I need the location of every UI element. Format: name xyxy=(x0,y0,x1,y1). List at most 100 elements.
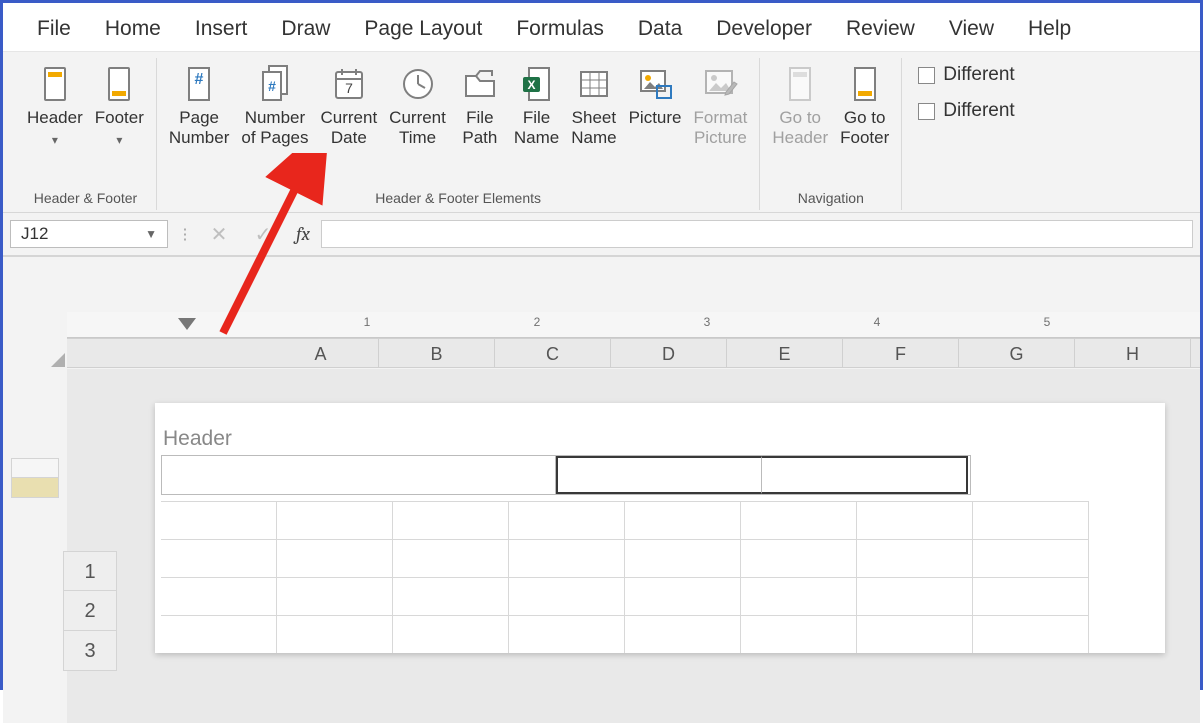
option-different-2[interactable]: Different xyxy=(918,100,1014,122)
row-header[interactable]: 1 xyxy=(63,551,117,591)
menu-view[interactable]: View xyxy=(949,17,994,41)
header-button[interactable]: Header ▾ xyxy=(21,58,89,154)
current-date-label: Current Date xyxy=(320,108,377,148)
footer-button[interactable]: Footer ▾ xyxy=(89,58,150,154)
insert-function-button[interactable]: fx xyxy=(285,213,321,255)
menu-file[interactable]: File xyxy=(37,17,71,41)
sheet-name-label: Sheet Name xyxy=(571,108,616,148)
sheet-name-button[interactable]: Sheet Name xyxy=(565,58,622,152)
chevron-down-icon: ▾ xyxy=(52,130,58,150)
opt1-label: Different xyxy=(943,64,1014,86)
svg-text:7: 7 xyxy=(345,80,353,96)
column-header[interactable]: G xyxy=(959,339,1075,367)
format-picture-button: Format Picture xyxy=(688,58,754,152)
checkbox-icon xyxy=(918,103,935,120)
menu-home[interactable]: Home xyxy=(105,17,161,41)
svg-text:X: X xyxy=(527,78,535,92)
group-label-navigation: Navigation xyxy=(798,190,864,210)
menu-help[interactable]: Help xyxy=(1028,17,1071,41)
header-center-section[interactable] xyxy=(556,456,762,494)
row-headers: 1 2 3 xyxy=(63,551,117,671)
menu-draw[interactable]: Draw xyxy=(281,17,330,41)
number-of-pages-label: Number of Pages xyxy=(241,108,308,148)
cancel-formula-icon: ✕ xyxy=(197,213,241,255)
column-header[interactable]: B xyxy=(379,339,495,367)
ribbon: Header ▾ Footer ▾ Header & Footer # Page… xyxy=(3,51,1200,213)
current-date-button[interactable]: 7 Current Date xyxy=(314,58,383,152)
name-box[interactable]: J12 ▼ xyxy=(10,220,168,248)
current-time-button[interactable]: Current Time xyxy=(383,58,452,152)
checkbox-icon xyxy=(918,67,935,84)
work-area: J12 ▼ ⋮ ✕ ✓ fx 1 2 3 4 5 A B C D E F G H… xyxy=(3,213,1200,723)
page-header-row[interactable] xyxy=(161,455,971,495)
ruler-origin-marker-icon xyxy=(178,318,196,330)
menu-developer[interactable]: Developer xyxy=(716,17,812,41)
group-label-elements: Header & Footer Elements xyxy=(375,190,541,210)
goto-footer-label: Go to Footer xyxy=(840,108,889,148)
goto-footer-icon xyxy=(843,62,887,106)
file-name-label: File Name xyxy=(514,108,559,148)
picture-button[interactable]: Picture xyxy=(623,58,688,152)
opt2-label: Different xyxy=(943,100,1014,122)
picture-label: Picture xyxy=(629,108,682,128)
menu-page-layout[interactable]: Page Layout xyxy=(364,17,482,41)
ribbon-group-options: Different Different xyxy=(902,58,1024,210)
cell-reference: J12 xyxy=(21,224,48,244)
goto-footer-button[interactable]: Go to Footer xyxy=(834,58,895,152)
ruler-tick: 2 xyxy=(534,315,541,329)
row-header[interactable]: 2 xyxy=(63,591,117,631)
page-number-label: Page Number xyxy=(169,108,229,148)
option-different-1[interactable]: Different xyxy=(918,64,1014,86)
menu-formulas[interactable]: Formulas xyxy=(516,17,604,41)
footer-icon xyxy=(97,62,141,106)
page-header-label: Header xyxy=(155,427,1165,455)
current-time-label: Current Time xyxy=(389,108,446,148)
column-headers: A B C D E F G H xyxy=(67,338,1200,368)
calendar-icon: 7 xyxy=(327,62,371,106)
column-header[interactable]: A xyxy=(263,339,379,367)
menu-data[interactable]: Data xyxy=(638,17,682,41)
formula-bar: J12 ▼ ⋮ ✕ ✓ fx xyxy=(3,213,1200,257)
footer-label: Footer xyxy=(95,108,144,128)
page-canvas: Header xyxy=(67,369,1200,723)
page-number-icon: # xyxy=(177,62,221,106)
formula-input[interactable] xyxy=(321,220,1193,248)
header-label: Header xyxy=(27,108,83,128)
ruler-tick: 3 xyxy=(704,315,711,329)
svg-text:#: # xyxy=(268,78,276,94)
header-right-section[interactable] xyxy=(762,456,968,494)
sheet-grid-icon xyxy=(572,62,616,106)
ribbon-group-header-footer: Header ▾ Footer ▾ Header & Footer xyxy=(15,58,157,210)
format-picture-label: Format Picture xyxy=(694,108,748,148)
clock-icon xyxy=(396,62,440,106)
cell-grid[interactable] xyxy=(161,501,1089,653)
formula-bar-drag-icon[interactable]: ⋮ xyxy=(173,213,197,255)
group-label-hf: Header & Footer xyxy=(34,190,138,210)
menu-insert[interactable]: Insert xyxy=(195,17,248,41)
menu-review[interactable]: Review xyxy=(846,17,915,41)
column-header[interactable]: H xyxy=(1075,339,1191,367)
column-header[interactable]: D xyxy=(611,339,727,367)
header-left-section[interactable] xyxy=(162,456,556,494)
folder-icon xyxy=(458,62,502,106)
format-picture-icon xyxy=(698,62,742,106)
file-name-button[interactable]: X File Name xyxy=(508,58,565,152)
select-all-button[interactable] xyxy=(31,339,67,369)
chevron-down-icon: ▾ xyxy=(116,130,122,150)
horizontal-ruler: 1 2 3 4 5 xyxy=(67,312,1200,338)
file-path-button[interactable]: File Path xyxy=(452,58,508,152)
ruler-tick: 4 xyxy=(874,315,881,329)
goto-header-button: Go to Header xyxy=(766,58,834,152)
goto-header-icon xyxy=(778,62,822,106)
column-header[interactable]: F xyxy=(843,339,959,367)
file-path-label: File Path xyxy=(462,108,497,148)
row-header[interactable]: 3 xyxy=(63,631,117,671)
column-header[interactable]: E xyxy=(727,339,843,367)
goto-header-label: Go to Header xyxy=(772,108,828,148)
ruler-tick: 1 xyxy=(364,315,371,329)
header-icon xyxy=(33,62,77,106)
number-of-pages-button[interactable]: # Number of Pages xyxy=(235,58,314,152)
chevron-down-icon: ▼ xyxy=(145,227,157,241)
page-number-button[interactable]: # Page Number xyxy=(163,58,235,152)
column-header[interactable]: C xyxy=(495,339,611,367)
